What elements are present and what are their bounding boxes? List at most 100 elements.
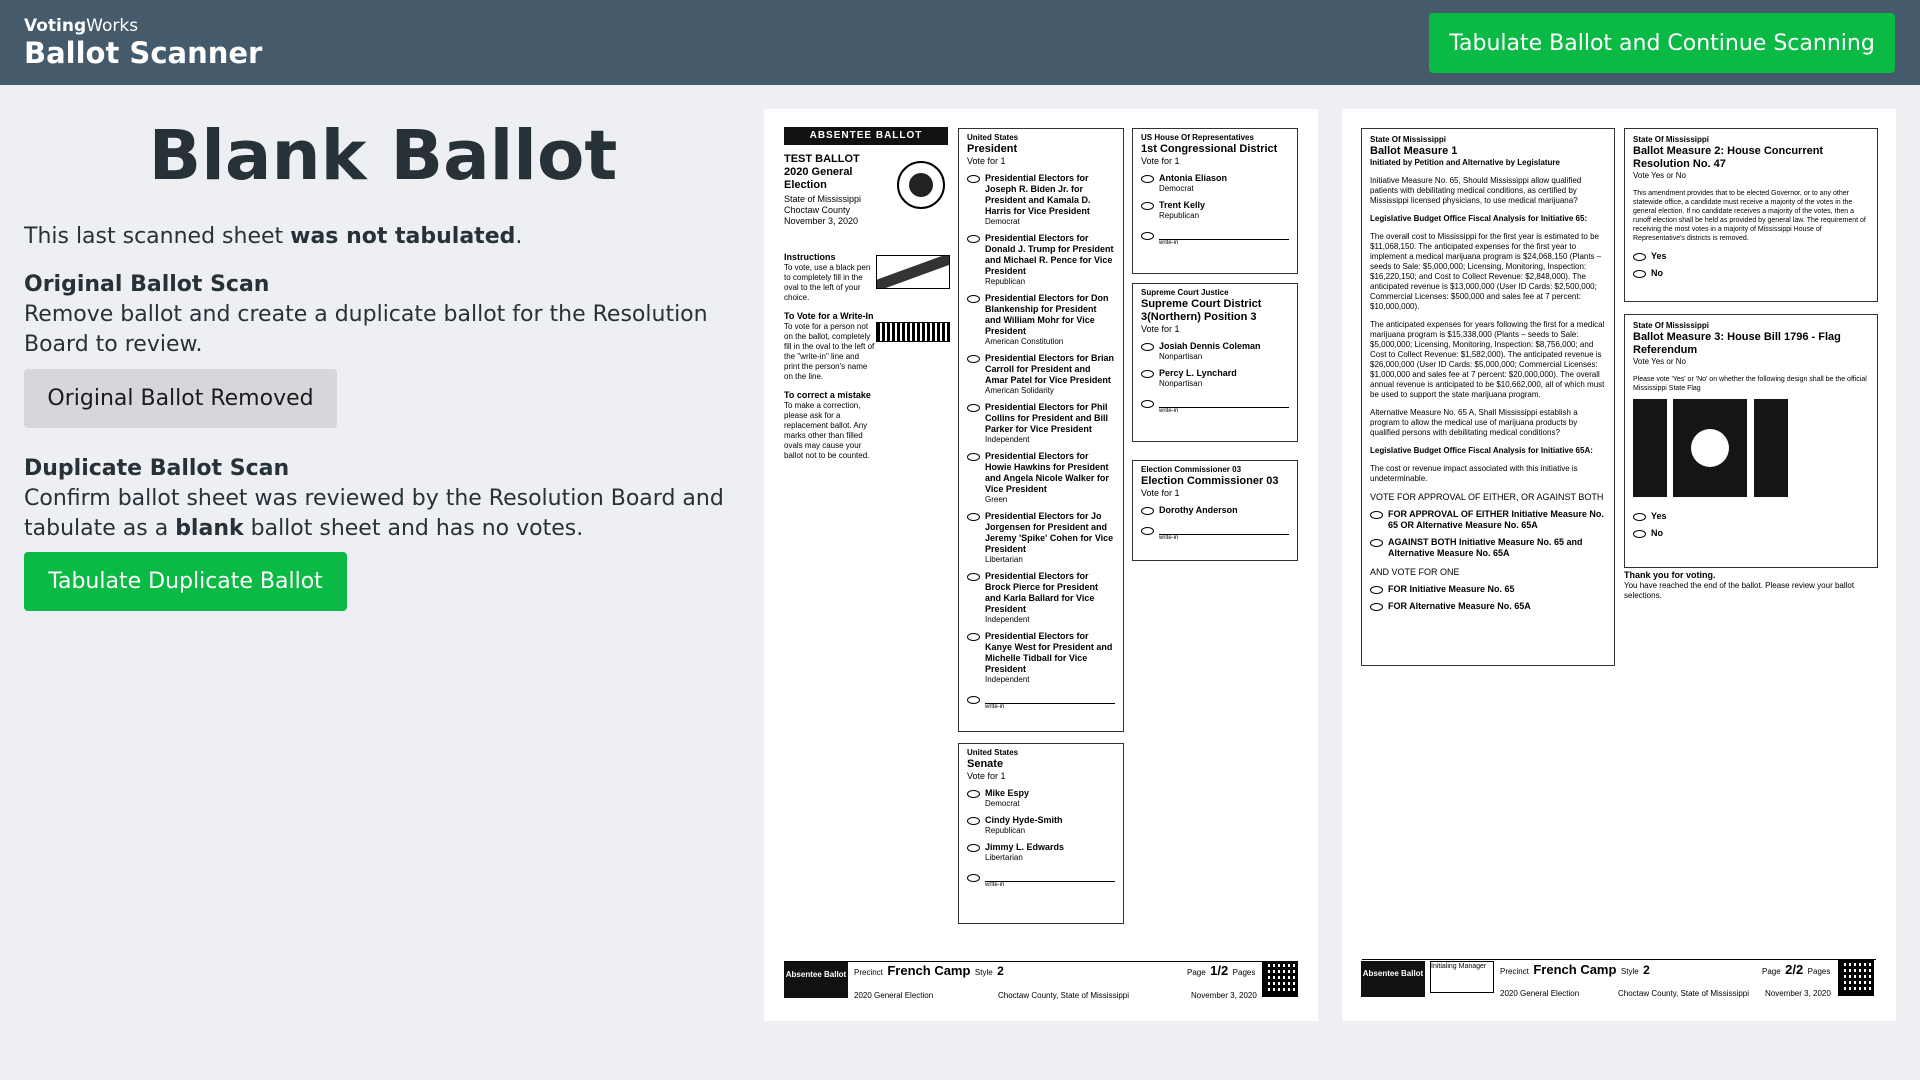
candidate-party: Republican [985, 826, 1026, 835]
qr-code-icon [1262, 961, 1298, 997]
ballot-option[interactable]: Trent Kelly Republican [1141, 200, 1289, 221]
candidate-party: Democrat [985, 799, 1020, 808]
candidate-party: Republican [1159, 211, 1200, 220]
ballot-option[interactable]: Presidential Electors for Howie Hawkins … [967, 451, 1115, 505]
oval-icon [1633, 513, 1646, 521]
contest-title: Ballot Measure 3: House Bill 1796 - Flag… [1633, 331, 1841, 356]
contest-house: US House Of Representatives 1st Congress… [1132, 128, 1298, 274]
style-number: 2 [997, 964, 1004, 978]
writein-option[interactable] [1141, 230, 1289, 240]
contest-president: United States President Vote for 1 Presi… [958, 128, 1124, 732]
ballot-option[interactable]: FOR Alternative Measure No. 65A [1370, 601, 1606, 612]
writein-option[interactable] [1141, 525, 1289, 535]
contest-senate: United States Senate Vote for 1 Mike Esp… [958, 743, 1124, 924]
ballot-option[interactable]: Yes [1633, 511, 1869, 522]
style-label: Style [1620, 967, 1639, 976]
ballot-option[interactable]: FOR APPROVAL OF EITHER Initiative Measur… [1370, 509, 1606, 531]
measure-text: Please vote 'Yes' or 'No' on whether the… [1633, 376, 1867, 392]
measure-text: The anticipated expenses for years follo… [1370, 320, 1605, 399]
footer-county: Choctaw County, State of Mississippi [998, 991, 1130, 1000]
candidate-name: Josiah Dennis Coleman [1159, 341, 1261, 351]
writein-label: write-in [1159, 408, 1179, 414]
vote-instruction: VOTE FOR APPROVAL OF EITHER, OR AGAINST … [1370, 492, 1604, 502]
ballot-option[interactable]: Mike Espy Democrat [967, 788, 1115, 809]
measure-text: Legislative Budget Office Fiscal Analysi… [1370, 446, 1593, 455]
absentee-banner: ABSENTEE BALLOT [784, 127, 948, 145]
contest-title: Senate [967, 758, 1004, 770]
option-label: Presidential Electors for Brian Carroll … [985, 353, 1115, 396]
candidate-party: Independent [985, 675, 1030, 684]
candidate-name: Dorothy Anderson [1159, 505, 1238, 515]
oval-icon [1370, 586, 1383, 594]
option-label: Presidential Electors for Donald J. Trum… [985, 233, 1115, 287]
ballot-option[interactable]: No [1633, 528, 1869, 539]
ballot-option[interactable]: Antonia Eliason Democrat [1141, 173, 1289, 194]
option-label: Presidential Electors for Kanye West for… [985, 631, 1115, 685]
ballot-instructions: Instructions To vote, use a black pen to… [784, 252, 876, 461]
style-label: Style [974, 968, 993, 977]
ballot-option[interactable]: Percy L. Lynchard Nonpartisan [1141, 368, 1289, 389]
candidate-party: Democrat [985, 217, 1020, 226]
ballot-option[interactable]: No [1633, 268, 1869, 279]
ballot-option[interactable]: Dorothy Anderson [1141, 505, 1289, 516]
footer-absentee-block: Absentee Ballot [1361, 961, 1425, 997]
candidate-party: Democrat [1159, 184, 1194, 193]
ballot-option[interactable]: Presidential Electors for Joseph R. Bide… [967, 173, 1115, 227]
ballot-option[interactable]: Presidential Electors for Donald J. Trum… [967, 233, 1115, 287]
ballot-option[interactable]: Presidential Electors for Brian Carroll … [967, 353, 1115, 396]
vote-for: Vote for 1 [967, 156, 1006, 166]
candidate-party: Republican [985, 277, 1026, 286]
contest-supreme-court: Supreme Court Justice Supreme Court Dist… [1132, 283, 1298, 442]
contest-jurisdiction: United States [967, 748, 1019, 757]
ballot-option[interactable]: Yes [1633, 251, 1869, 262]
ballot-option[interactable]: Presidential Electors for Kanye West for… [967, 631, 1115, 685]
flag-stripe-right [1754, 399, 1788, 497]
instructions-text: To vote, use a black pen to completely f… [784, 263, 871, 302]
option-label: Presidential Electors for Brock Pierce f… [985, 571, 1115, 625]
thank-you: Thank you for voting. You have reached t… [1624, 570, 1884, 601]
ballot-option[interactable]: Presidential Electors for Don Blankenshi… [967, 293, 1115, 347]
original-ballot-removed-button[interactable]: Original Ballot Removed [24, 369, 337, 428]
ballot-option[interactable]: Josiah Dennis Coleman Nonpartisan [1141, 341, 1289, 362]
mistake-heading: To correct a mistake [784, 390, 871, 400]
candidate-name: Presidential Electors for Howie Hawkins … [985, 451, 1109, 494]
oval-icon [967, 844, 980, 852]
oval-icon [1370, 539, 1383, 547]
ballot-option[interactable]: Presidential Electors for Brock Pierce f… [967, 571, 1115, 625]
option-label: Antonia Eliason Democrat [1159, 173, 1227, 194]
ballot-option[interactable]: FOR Initiative Measure No. 65 [1370, 584, 1606, 595]
ballot-option[interactable]: Presidential Electors for Phil Collins f… [967, 402, 1115, 445]
flag-image [1633, 399, 1869, 505]
precinct-label: Precinct [854, 968, 883, 977]
contest-election-commissioner: Election Commissioner 03 Election Commis… [1132, 460, 1298, 561]
app-name: Ballot Scanner [24, 36, 263, 70]
precinct-label: Precinct [1500, 967, 1529, 976]
oval-icon [1141, 343, 1154, 351]
contest-jurisdiction: Supreme Court Justice [1141, 288, 1229, 297]
ballot-image-page-1: ABSENTEE BALLOT TEST BALLOT 2020 General… [764, 109, 1318, 1021]
court-options: Josiah Dennis Coleman Nonpartisan Percy L.… [1141, 341, 1289, 389]
commissioner-options: Dorothy Anderson [1141, 505, 1289, 516]
contest-jurisdiction: United States [967, 133, 1019, 142]
pages-label: Pages [1232, 968, 1256, 977]
ballot-header-info: TEST BALLOT 2020 General Election State … [784, 153, 874, 227]
footer-date: November 3, 2020 [1191, 991, 1257, 1000]
ballot-image-page-2: State Of Mississippi Ballot Measure 1 In… [1342, 109, 1896, 1021]
tabulate-duplicate-button[interactable]: Tabulate Duplicate Ballot [24, 552, 347, 611]
fill-oval-example-icon [876, 255, 950, 289]
candidate-party: Libertarian [985, 555, 1023, 564]
writein-option[interactable] [1141, 398, 1289, 408]
duplicate-scan-heading: Duplicate Ballot Scan [24, 456, 290, 481]
ballot-option[interactable]: AGAINST BOTH Initiative Measure No. 65 a… [1370, 537, 1606, 559]
ballot-option[interactable]: Jimmy L. Edwards Libertarian [967, 842, 1115, 863]
writein-option[interactable] [967, 872, 1115, 882]
candidate-party: Independent [985, 435, 1030, 444]
tabulate-and-continue-button[interactable]: Tabulate Ballot and Continue Scanning [1429, 13, 1895, 73]
ballot-option[interactable]: Cindy Hyde-Smith Republican [967, 815, 1115, 836]
page-number: 2/2 [1785, 962, 1804, 977]
oval-icon [967, 790, 980, 798]
writein-option[interactable] [967, 694, 1115, 704]
ballot-option[interactable]: Presidential Electors for Jo Jorgensen f… [967, 511, 1115, 565]
writein-line [985, 694, 1115, 704]
writein-example-icon [876, 322, 950, 342]
